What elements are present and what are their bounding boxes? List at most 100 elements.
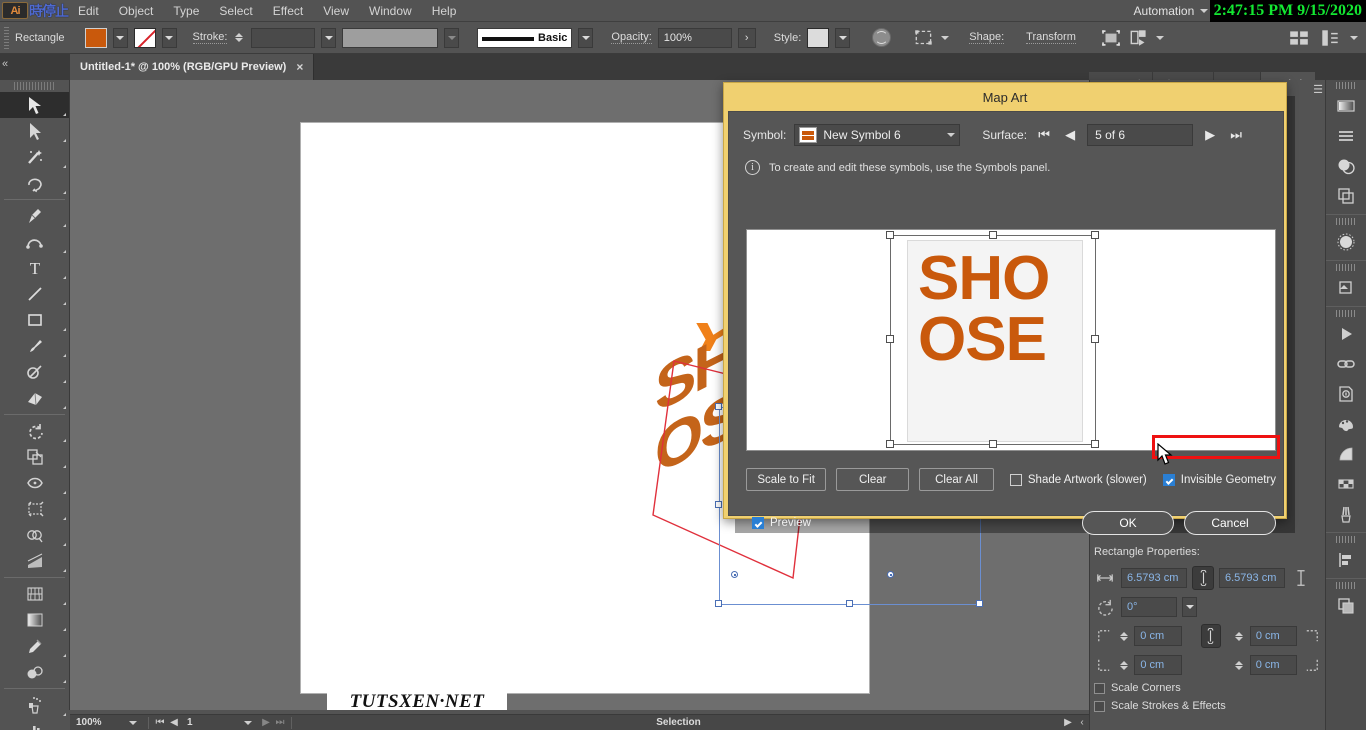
resize-handle[interactable] [1091, 440, 1099, 448]
corner-br-stepper[interactable] [1234, 655, 1245, 675]
symbol-sprayer-rail-icon[interactable] [1326, 499, 1366, 529]
corner-tr-stepper[interactable] [1234, 626, 1245, 646]
eraser-tool[interactable] [0, 385, 69, 411]
magic-wand-tool[interactable] [0, 144, 69, 170]
links-panel-icon[interactable] [1326, 349, 1366, 379]
menu-item-window[interactable]: Window [359, 2, 422, 20]
prev-surface-button[interactable]: ◀ [1061, 124, 1079, 146]
next-artboard-button[interactable]: ▶ [259, 717, 273, 728]
anchor-point[interactable] [887, 571, 894, 578]
next-surface-button[interactable]: ▶ [1201, 124, 1219, 146]
gradient-tool[interactable] [0, 607, 69, 633]
collapse-panel-icon[interactable]: « [2, 58, 8, 70]
symbols-panel-icon[interactable] [1326, 273, 1366, 303]
corner-tl-field[interactable]: 0 cm [1134, 626, 1182, 646]
tools-panel-grip[interactable] [14, 82, 55, 90]
preview-bounding-box[interactable] [886, 231, 1099, 448]
artboard-number[interactable]: 1 [181, 717, 237, 728]
prev-artboard-button[interactable]: ◀ [167, 717, 181, 728]
width-tool[interactable] [0, 470, 69, 496]
rotation-field[interactable]: 0° [1121, 597, 1177, 617]
control-bar-grip[interactable] [4, 26, 9, 49]
recolor-artwork-icon[interactable] [872, 28, 892, 47]
opacity-options-button[interactable]: › [737, 27, 756, 48]
eyedropper-tool[interactable] [0, 633, 69, 659]
rail-grip[interactable] [1336, 82, 1356, 89]
zoom-level[interactable]: 100% [70, 717, 122, 728]
rotation-dropdown[interactable] [1182, 597, 1197, 617]
link-dimensions-icon[interactable] [1192, 566, 1214, 590]
align-panel-icon[interactable] [1326, 545, 1366, 575]
status-menu-button[interactable]: ▶ [1061, 717, 1075, 728]
rectangle-tool[interactable] [0, 307, 69, 333]
clear-all-button[interactable]: Clear All [919, 468, 994, 491]
link-corners-icon[interactable] [1200, 624, 1221, 648]
invisible-geometry-checkbox[interactable] [1162, 473, 1175, 486]
document-info-icon[interactable] [1326, 379, 1366, 409]
symbol-select[interactable]: New Symbol 6 [794, 124, 961, 146]
resize-handle[interactable] [1091, 231, 1099, 239]
actions-panel-icon[interactable] [1326, 319, 1366, 349]
layers-panel-icon[interactable] [1326, 591, 1366, 621]
stroke-profile-field[interactable] [342, 27, 439, 48]
resize-handle[interactable] [886, 440, 894, 448]
width-field[interactable]: 6.5793 cm [1121, 568, 1187, 588]
menu-item-help[interactable]: Help [422, 2, 467, 20]
automation-menu[interactable]: Automation [1134, 4, 1209, 18]
ok-button[interactable]: OK [1082, 511, 1174, 535]
clear-button[interactable]: Clear [836, 468, 910, 491]
resize-handle[interactable] [715, 600, 722, 607]
scale-to-fit-button[interactable]: Scale to Fit [746, 468, 827, 491]
transparency-panel-icon[interactable] [1326, 151, 1366, 181]
invisible-geometry-row[interactable]: Invisible Geometry [1162, 473, 1276, 486]
graphic-style-dropdown[interactable] [835, 27, 851, 48]
corner-br-field[interactable]: 0 cm [1249, 655, 1298, 675]
gradient-panel-icon[interactable] [1326, 91, 1366, 121]
fill-color-swatch[interactable] [84, 27, 107, 48]
resize-handle[interactable] [886, 335, 894, 343]
zoom-dropdown[interactable] [122, 720, 144, 725]
brush-definition-field[interactable]: Basic [477, 27, 573, 48]
artboard-dropdown[interactable] [237, 720, 259, 725]
anchor-point[interactable] [731, 571, 738, 578]
resize-handle[interactable] [886, 231, 894, 239]
panel-menu-icon[interactable]: ☰ [1313, 83, 1323, 96]
preview-checkbox[interactable] [752, 517, 764, 529]
fill-dropdown[interactable] [112, 27, 128, 48]
type-tool[interactable]: T [0, 255, 69, 281]
scale-tool[interactable] [0, 444, 69, 470]
stroke-weight-stepper[interactable] [233, 28, 245, 48]
align-icon[interactable] [1100, 27, 1122, 49]
stroke-weight-field[interactable] [251, 27, 316, 48]
stroke-panel-icon[interactable] [1326, 121, 1366, 151]
shape-options-label[interactable]: Shape: [969, 31, 1005, 44]
mesh-tool[interactable] [0, 581, 69, 607]
rail-grip[interactable] [1336, 582, 1356, 589]
stroke-color-swatch[interactable] [133, 27, 156, 48]
shape-builder-tool[interactable] [0, 522, 69, 548]
resize-handle[interactable] [715, 501, 722, 508]
last-surface-button[interactable]: ⏭ [1227, 124, 1245, 146]
corner-tr-field[interactable]: 0 cm [1249, 626, 1298, 646]
height-field[interactable]: 6.5793 cm [1219, 568, 1285, 588]
pattern-options-icon[interactable] [1326, 469, 1366, 499]
first-surface-button[interactable]: ⏮ [1035, 124, 1053, 146]
chevron-down-icon[interactable] [941, 35, 950, 40]
brush-dropdown[interactable] [578, 27, 594, 48]
shaper-tool[interactable] [0, 359, 69, 385]
rail-grip[interactable] [1336, 310, 1356, 317]
rail-grip[interactable] [1336, 536, 1356, 543]
resize-handle[interactable] [846, 600, 853, 607]
menu-item-effect[interactable]: Effect [263, 2, 313, 20]
corner-bl-field[interactable]: 0 cm [1134, 655, 1182, 675]
menu-item-object[interactable]: Object [109, 2, 164, 20]
swatches-panel-icon[interactable] [1326, 409, 1366, 439]
pen-tool[interactable] [0, 203, 69, 229]
first-artboard-button[interactable]: ⏮ [153, 717, 167, 728]
rail-grip[interactable] [1336, 264, 1356, 271]
color-guide-icon[interactable] [1326, 439, 1366, 469]
resize-handle[interactable] [715, 403, 722, 410]
opacity-field[interactable]: 100% [657, 27, 732, 48]
resize-handle[interactable] [989, 231, 997, 239]
corner-bl-stepper[interactable] [1119, 655, 1130, 675]
